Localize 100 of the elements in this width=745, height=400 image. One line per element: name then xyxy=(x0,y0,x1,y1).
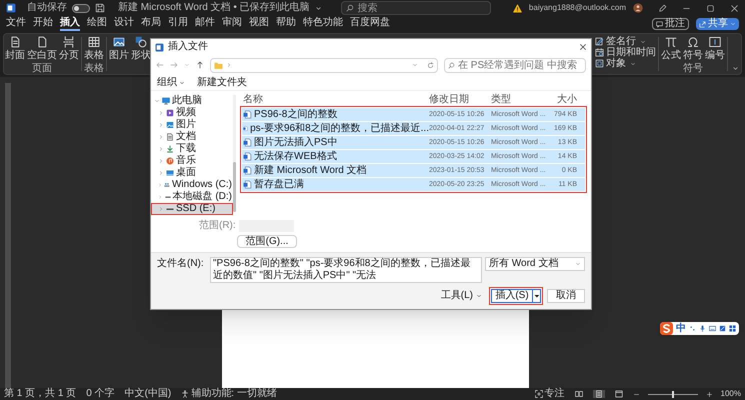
zoom-in-icon[interactable] xyxy=(706,390,713,398)
chevron-icon xyxy=(226,62,232,68)
nav-item[interactable]: 文档 xyxy=(151,131,233,143)
nav-item[interactable]: 此电脑 xyxy=(151,95,233,107)
ribbon-button[interactable]: 公式 xyxy=(661,36,681,61)
menu-tab[interactable]: 帮助 xyxy=(276,17,296,31)
column-header[interactable]: 修改日期 xyxy=(429,94,491,104)
nav-item[interactable]: Windows (C:) xyxy=(151,179,233,191)
accessibility-icon xyxy=(181,390,190,398)
share-button[interactable]: 共享 xyxy=(696,18,739,30)
comment-button[interactable]: 批注 xyxy=(652,18,689,30)
scrollbar-thumb[interactable] xyxy=(233,162,236,212)
signature-icon xyxy=(595,37,604,46)
view-button[interactable] xyxy=(612,390,625,398)
avatar-icon[interactable] xyxy=(633,3,643,13)
punctuation-icon[interactable] xyxy=(689,325,696,332)
word-file-icon xyxy=(243,138,252,147)
landscape-icon xyxy=(166,121,174,129)
menu-tab[interactable]: 特色功能 xyxy=(303,17,343,31)
organize-button[interactable]: 组织 xyxy=(157,78,185,88)
ribbon-button[interactable]: 形状 xyxy=(131,36,151,61)
close-icon[interactable] xyxy=(730,4,739,12)
ribbon-button[interactable]: 签名行 xyxy=(595,36,656,47)
ribbon-button[interactable]: 对象 xyxy=(595,58,656,69)
ribbon-button[interactable]: 表格 xyxy=(84,36,104,61)
cancel-button[interactable]: 取消 xyxy=(547,289,585,303)
view-button[interactable] xyxy=(592,390,605,398)
nav-item[interactable]: 视频 xyxy=(151,107,233,119)
search-field[interactable]: 搜索 xyxy=(340,1,491,15)
toggle-switch[interactable] xyxy=(72,4,90,12)
menu-tab[interactable]: 百度网盘 xyxy=(350,17,390,31)
download-icon xyxy=(166,145,174,153)
input-mode[interactable]: 中 xyxy=(676,324,686,334)
save-icon[interactable] xyxy=(95,3,105,13)
music-icon xyxy=(166,157,174,165)
filename-field[interactable]: "PS96-8之间的整数" "ps-要求96和8之间的整数，已描述最近的数值" "图片无法插入PS中" "无法 xyxy=(210,257,482,283)
menu-tab[interactable]: 文件 xyxy=(6,17,26,31)
skin-icon[interactable] xyxy=(719,325,726,332)
status-text: 0 个字 xyxy=(86,389,115,399)
ribbon-button[interactable]: 日期和时间 xyxy=(595,47,656,58)
ribbon-button[interactable]: 分页 xyxy=(59,36,79,61)
caret-icon xyxy=(630,60,636,66)
ribbon-button[interactable]: 编号 xyxy=(705,36,725,61)
menu-tab[interactable]: 插入 xyxy=(60,17,80,31)
menu-tab[interactable]: 视图 xyxy=(249,17,269,31)
menu-tab[interactable]: 开始 xyxy=(33,17,53,31)
focus-icon xyxy=(534,390,543,398)
keyboard-icon[interactable] xyxy=(709,325,716,332)
column-header[interactable]: 名称 xyxy=(243,94,429,104)
group-label: 表格 xyxy=(84,63,104,74)
menu-tab[interactable]: 绘图 xyxy=(87,17,107,31)
status-text: 辅助功能: 一切就绪 xyxy=(191,389,277,399)
range-button[interactable]: 范围(G)... xyxy=(237,235,297,248)
close-icon[interactable] xyxy=(579,43,587,51)
menu-tab[interactable]: 审阅 xyxy=(222,17,242,31)
ribbon-button[interactable]: 图片 xyxy=(109,36,129,61)
slider-thumb[interactable] xyxy=(672,390,674,398)
document-icon xyxy=(166,133,174,141)
read-view-icon xyxy=(574,390,583,398)
caret-icon xyxy=(534,293,540,299)
tools-button[interactable]: 工具(L) xyxy=(440,291,482,301)
view-button[interactable] xyxy=(572,390,585,398)
nav-item[interactable]: SSD (E:) xyxy=(151,203,233,215)
up-arrow-icon[interactable] xyxy=(196,61,204,69)
menu-tab[interactable]: 邮件 xyxy=(195,17,215,31)
split-dropdown-button[interactable] xyxy=(533,289,541,303)
file-name: 无法保存WEB格式 xyxy=(254,152,337,162)
pen-icon[interactable] xyxy=(658,4,667,12)
ribbon-button[interactable]: 符号 xyxy=(683,36,703,61)
calendar-icon xyxy=(595,48,604,57)
menu-tab[interactable]: 布局 xyxy=(141,17,161,31)
status-text: 中文(中国) xyxy=(124,389,172,399)
autosave-label: 自动保存 xyxy=(27,3,67,13)
shapes-icon xyxy=(135,36,147,48)
microphone-icon[interactable] xyxy=(699,325,706,332)
nav-item[interactable]: 桌面 xyxy=(151,167,233,179)
insert-button[interactable]: 插入(S) xyxy=(491,289,533,303)
word-logo-icon xyxy=(155,42,164,52)
collapse-ribbon-icon[interactable] xyxy=(732,65,739,72)
account-email: baiyang1888@outlook.com xyxy=(528,4,626,12)
new-folder-button[interactable]: 新建文件夹 xyxy=(197,78,247,88)
address-field[interactable] xyxy=(210,58,438,72)
search-icon xyxy=(448,62,455,68)
focus-button[interactable]: 专注 xyxy=(534,389,565,399)
ribbon-button[interactable]: 封面 xyxy=(5,36,25,61)
nav-item[interactable]: 下载 xyxy=(151,143,233,155)
menu-tab[interactable]: 引用 xyxy=(168,17,188,31)
nav-item[interactable]: 图片 xyxy=(151,119,233,131)
nav-item[interactable]: 音乐 xyxy=(151,155,233,167)
menu-tab[interactable]: 设计 xyxy=(114,17,134,31)
maximize-icon[interactable] xyxy=(706,4,715,12)
ribbon-button[interactable]: 空白页 xyxy=(27,36,57,61)
web-view-icon xyxy=(614,390,623,398)
object-icon xyxy=(595,59,604,68)
caret-icon[interactable] xyxy=(314,4,322,12)
file-type-dropdown[interactable]: 所有 Word 文档 xyxy=(485,257,585,271)
column-header[interactable]: 大小 xyxy=(551,94,577,104)
nav-item[interactable]: 本地磁盘 (D:) xyxy=(151,191,233,203)
grid-icon[interactable] xyxy=(729,325,736,332)
column-header[interactable]: 类型 xyxy=(491,94,551,104)
